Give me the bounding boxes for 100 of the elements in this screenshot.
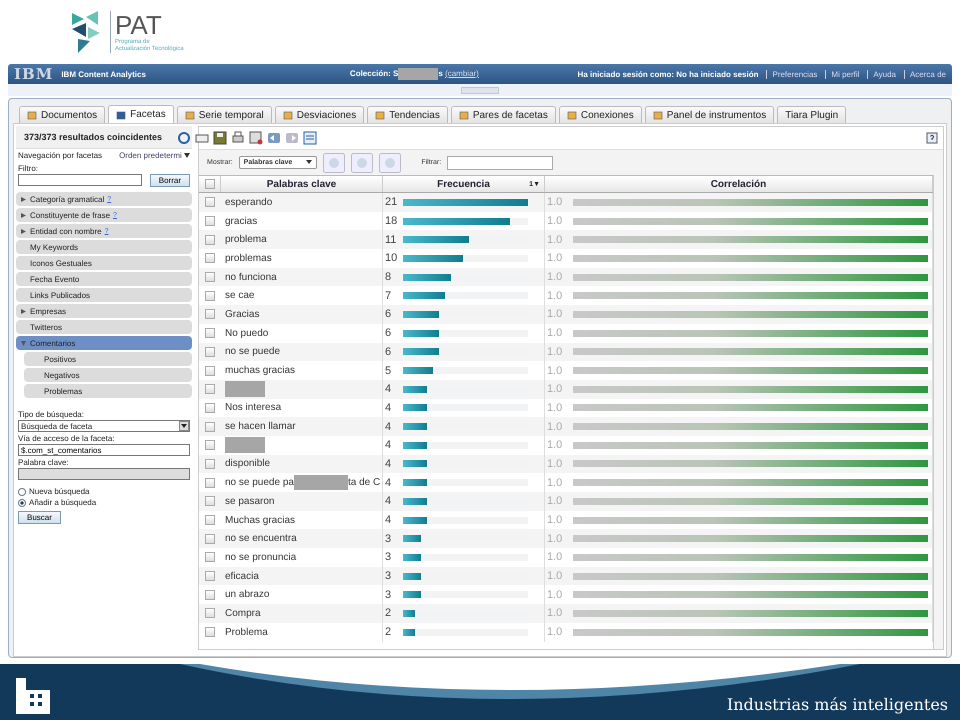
footer-slogan: Industrias más inteligentes — [726, 695, 948, 714]
checkbox[interactable] — [205, 197, 215, 208]
checkbox[interactable] — [205, 440, 215, 450]
facet-item[interactable]: Problemas — [24, 384, 192, 398]
facet-label: Links Publicados — [30, 290, 90, 300]
checkbox[interactable] — [204, 179, 214, 189]
tab[interactable]: Panel de instrumentos — [644, 106, 774, 123]
tab[interactable]: Facetas — [108, 105, 174, 123]
checkbox[interactable] — [205, 309, 215, 320]
product-name: IBM Content Analytics — [61, 70, 146, 78]
tab[interactable]: Tendencias — [367, 106, 448, 123]
view-icon[interactable] — [323, 152, 346, 172]
radio-button[interactable] — [18, 498, 26, 506]
tab-icon — [184, 110, 195, 120]
table-cell-text: 4 — [384, 420, 392, 433]
path-field[interactable]: $.com_st_comentarios — [18, 444, 190, 456]
table-cell-text: 5 — [384, 364, 392, 377]
checkbox[interactable] — [205, 627, 215, 638]
save-icon[interactable] — [213, 131, 227, 145]
print-icon[interactable] — [231, 131, 245, 145]
expand-icon[interactable] — [20, 228, 26, 234]
search-button[interactable]: Buscar — [18, 511, 61, 524]
help-link[interactable]: ? — [113, 212, 117, 218]
help-icon[interactable] — [925, 131, 939, 145]
checkbox[interactable] — [205, 478, 215, 488]
facet-item[interactable]: Empresas — [16, 304, 192, 318]
order-dropdown[interactable]: Orden predetermi — [119, 151, 190, 160]
checkbox[interactable] — [205, 590, 215, 600]
view-icon[interactable] — [379, 152, 402, 172]
checkbox[interactable] — [205, 534, 215, 544]
checkbox[interactable] — [205, 402, 215, 413]
search-type-label: Tipo de búsqueda: — [17, 409, 85, 420]
checkbox[interactable] — [205, 496, 215, 506]
checkbox[interactable] — [205, 422, 215, 432]
facet-item[interactable]: Negativos — [24, 368, 192, 382]
checkbox[interactable] — [205, 366, 215, 376]
tab[interactable]: Conexiones — [558, 106, 642, 123]
radio-button[interactable] — [18, 488, 26, 496]
table-cell-text: 1.0 — [546, 588, 564, 601]
table-cell-text: 11 — [384, 234, 398, 246]
filter-field[interactable] — [18, 174, 142, 186]
help-link[interactable]: ? — [104, 228, 109, 234]
splitter-handle[interactable] — [461, 86, 499, 94]
collapse-icon[interactable] — [20, 340, 26, 346]
tab[interactable]: Serie temporal — [176, 106, 272, 123]
facet-item[interactable]: Positivos — [24, 352, 192, 366]
checkbox[interactable] — [205, 458, 215, 469]
facet-item[interactable]: Iconos Gestuales — [16, 256, 192, 270]
header-link[interactable]: Ayuda — [867, 70, 896, 78]
tab[interactable]: Pares de facetas — [450, 106, 556, 123]
table-cell-text: 1.0 — [546, 346, 564, 358]
table-cell-text: 1.0 — [546, 551, 564, 564]
table-cell-text: 6 — [384, 327, 392, 340]
facet-item[interactable]: Twitteros — [16, 320, 192, 334]
table-cell-text: 1.0 — [546, 495, 564, 508]
checkbox[interactable] — [205, 515, 215, 526]
change-link[interactable]: (cambiar) — [445, 69, 479, 78]
tab[interactable]: Desviaciones — [274, 106, 364, 123]
help-link[interactable]: ? — [107, 196, 112, 202]
dropdown-icon — [179, 421, 189, 431]
filter-field[interactable] — [447, 156, 554, 170]
chart-icon[interactable] — [249, 131, 263, 145]
header-link[interactable]: Acerca de — [904, 70, 946, 78]
tab[interactable]: Tiara Plugin — [777, 106, 846, 123]
checkbox[interactable] — [205, 552, 215, 562]
table-cell-text: 3 — [384, 551, 392, 564]
clear-button[interactable]: Borrar — [150, 174, 190, 187]
checkbox[interactable] — [205, 346, 215, 357]
checkbox[interactable] — [205, 384, 215, 394]
refresh-icon[interactable] — [177, 131, 191, 145]
checkbox[interactable] — [205, 216, 215, 226]
table-cell-text: 4 — [384, 383, 392, 396]
facet-item[interactable]: Links Publicados — [16, 288, 192, 302]
caret-icon — [184, 153, 190, 158]
dropdown-icon — [306, 159, 312, 165]
list-icon[interactable] — [303, 131, 317, 145]
search-type-select[interactable]: Búsqueda de faceta — [18, 420, 190, 432]
expand-icon[interactable] — [20, 308, 26, 314]
tab[interactable]: Documentos — [19, 106, 106, 123]
table-cell-text: 1.0 — [546, 308, 564, 320]
checkbox[interactable] — [205, 234, 215, 245]
checkbox[interactable] — [205, 290, 215, 301]
checkbox[interactable] — [205, 571, 215, 582]
scrollbar[interactable] — [933, 175, 943, 649]
header-link[interactable]: Preferencias — [766, 70, 818, 78]
facet-item[interactable]: My Keywords — [16, 240, 192, 254]
facet-item[interactable]: Fecha Evento — [16, 272, 192, 286]
checkbox[interactable] — [205, 608, 215, 618]
checkbox[interactable] — [205, 328, 215, 338]
column-header[interactable]: Palabras clave — [221, 176, 383, 192]
tab-icon — [458, 110, 469, 120]
facet-item[interactable]: Comentarios — [16, 336, 192, 350]
checkbox[interactable] — [205, 272, 215, 282]
view-icon[interactable] — [351, 152, 374, 172]
table-cell-text: 1.0 — [546, 252, 564, 264]
expand-icon[interactable] — [20, 196, 26, 202]
header-link[interactable]: Mi perfil — [825, 70, 860, 78]
expand-icon[interactable] — [20, 212, 26, 218]
checkbox[interactable] — [205, 253, 215, 264]
table-cell-text: 6 — [384, 308, 392, 320]
